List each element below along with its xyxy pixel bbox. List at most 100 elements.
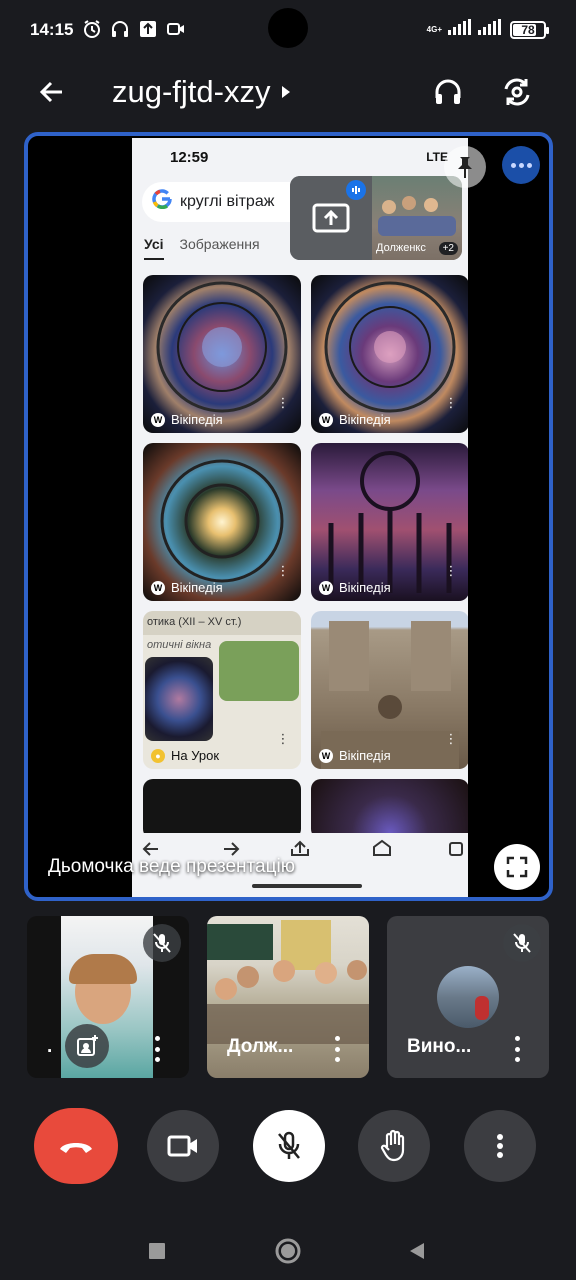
battery-icon: 78 [510,20,549,39]
google-icon [152,189,172,215]
more-icon: ⋮ [444,563,458,578]
wikipedia-icon: W [319,748,333,763]
meeting-title[interactable]: zug-fjtd-xzy [112,74,292,110]
search-query: круглі вітраж [180,193,275,210]
result-source: Вікіпедія [171,580,223,595]
result-source: Вікіпедія [339,748,391,763]
hang-up-icon [60,1143,92,1153]
hand-icon [380,1129,405,1162]
result-image [143,779,301,839]
participant-tile[interactable]: . [27,916,189,1078]
result-image: W Вікіпедія ⋮ [311,611,468,769]
wikipedia-icon: W [319,412,333,427]
avatar [437,966,499,1028]
mic-off-icon [503,924,541,962]
meeting-code: zug-fjtd-xzy [112,74,271,109]
video-status-icon [166,19,186,39]
pin-button[interactable] [444,146,486,188]
speaking-indicator[interactable] [502,146,540,184]
audio-output-button[interactable] [426,70,470,114]
end-call-button[interactable] [34,1108,118,1184]
search-tabs: Усі Зображення [144,236,260,260]
headphones-icon [435,79,461,104]
participant-tile[interactable]: Долж... [207,916,369,1078]
dot [510,162,516,168]
camera-button[interactable] [147,1110,219,1182]
slide-text-box [219,641,299,701]
pip-extra-count: +2 [438,242,458,255]
more-icon: ⋮ [444,395,458,410]
present-screen-icon [312,203,350,233]
fullscreen-icon [506,856,528,878]
audio-level-icon [346,180,366,200]
recents-button[interactable] [142,1236,172,1266]
presentation-stage[interactable]: 12:59 LTE круглі вітраж Усі Зображення W… [24,132,553,901]
more-options-button[interactable] [464,1110,536,1182]
participant-name: Долж... [227,1036,294,1057]
mic-off-icon [278,1131,300,1159]
result-source: Вікіпедія [171,412,223,427]
more-icon: ⋮ [276,563,290,578]
result-source: На Урок [171,748,220,763]
presenting-text: Дьомочка веде презентацію [48,856,295,877]
add-to-frame-button[interactable] [65,1024,109,1068]
battery-level: 78 [521,22,535,37]
dot [526,162,532,168]
camera-icon [167,1135,197,1157]
back-nav-button[interactable] [402,1236,432,1266]
shared-time: 12:59 [170,149,209,166]
tab-all: Усі [144,236,164,260]
switch-camera-button[interactable] [495,70,539,114]
participant-name: Вино... [407,1036,472,1057]
naurok-icon: ● [151,748,165,763]
slide-subtitle: отичні вікна [147,639,212,651]
headphones-status-icon [110,19,130,39]
result-image: W Вікіпедія ⋮ [311,443,468,601]
slide-title: отика (XII – XV ст.) [143,611,301,635]
result-image [311,779,468,839]
camera-notch [268,8,308,48]
status-time: 14:15 [30,20,74,39]
caret-right-icon [282,86,291,98]
participant-more-button[interactable] [327,1036,347,1062]
pin-icon [458,157,472,178]
participant-more-button[interactable] [507,1036,527,1062]
mic-off-icon [143,924,181,962]
upload-status-icon [138,19,158,39]
tab-images: Зображення [179,236,260,252]
triangle-back-icon [410,1243,424,1259]
raise-hand-button[interactable] [358,1110,430,1182]
circle-icon [275,1238,301,1264]
participant-tile[interactable]: Вино... [387,916,549,1078]
portrait-add-icon [77,1035,98,1056]
meeting-header: zug-fjtd-xzy [0,60,576,124]
wikipedia-icon: W [151,580,165,595]
more-icon: ⋮ [276,395,290,410]
participant-more-button[interactable] [147,1036,167,1062]
signal-icon-2 [478,19,504,40]
square-icon [149,1243,165,1259]
network-type: 4G+ [426,24,442,34]
signal-icon [448,19,472,40]
microphone-button[interactable] [253,1110,325,1182]
more-icon: ⋮ [444,731,458,746]
result-source: Вікіпедія [339,580,391,595]
switch-camera-icon [504,78,530,106]
presenter-pip[interactable]: Долженкс +2 [290,176,462,260]
more-icon: ⋮ [276,731,290,746]
system-nav-bar [0,1220,576,1280]
result-image: W Вікіпедія ⋮ [311,275,468,433]
back-button[interactable] [32,72,72,112]
wikipedia-icon: W [319,580,333,595]
dot [518,162,524,168]
more-vert-icon [497,1134,503,1158]
arrow-left-icon [39,81,62,103]
status-bar: 14:15 4G+ 78 [0,0,576,60]
fullscreen-button[interactable] [494,844,540,890]
participant-name: . [47,1036,53,1057]
pip-participant-name: Долженкс [376,242,426,254]
result-image: отика (XII – XV ст.) отичні вікна ● На Ур… [143,611,301,769]
result-image: W Вікіпедія ⋮ [143,275,301,433]
alarm-icon [82,19,102,39]
home-button[interactable] [273,1236,303,1266]
